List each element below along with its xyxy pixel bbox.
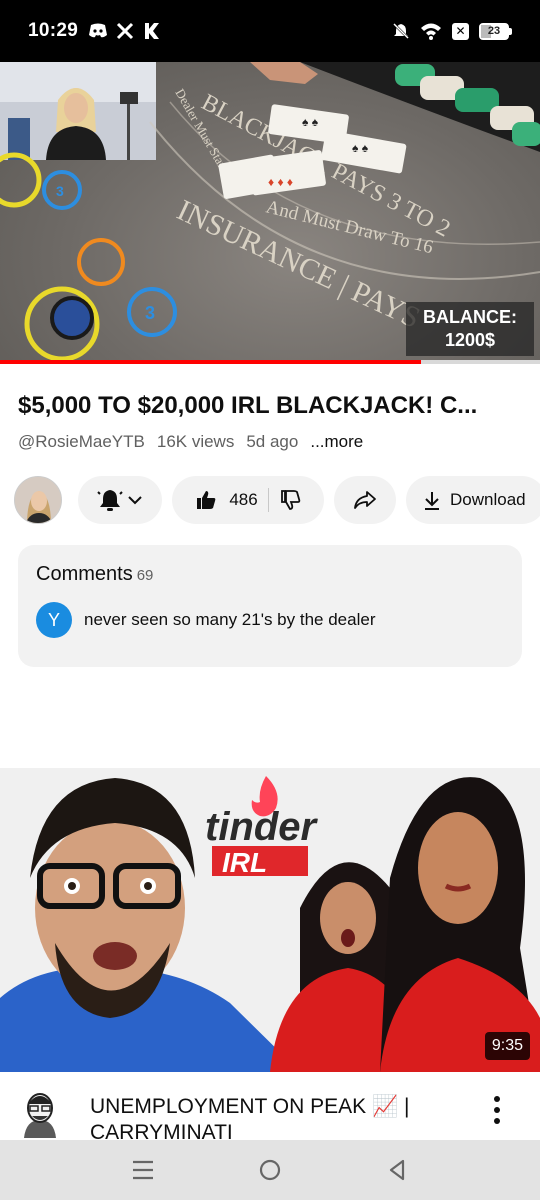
comments-panel[interactable]: Comments 69 Y never seen so many 21's by … (18, 545, 522, 667)
recents-nav-button[interactable] (123, 1150, 163, 1190)
channel-handle[interactable]: @RosieMaeYTB (18, 432, 145, 452)
svg-text:3: 3 (145, 303, 155, 323)
next-video-thumbnail[interactable]: tinder IRL 9:35 (0, 768, 540, 1072)
video-meta[interactable]: @RosieMaeYTB 16K views 5d ago ...more (18, 432, 363, 452)
menu-lines-icon (133, 1160, 154, 1180)
home-nav-button[interactable] (250, 1150, 290, 1190)
next-channel-avatar[interactable] (20, 1090, 60, 1138)
thumb-text-tinder: tinder (205, 805, 319, 849)
status-right-icons: ✕ 23 (392, 22, 512, 40)
download-button[interactable]: Download (406, 476, 540, 524)
wifi-icon (421, 23, 441, 40)
share-icon (354, 491, 376, 509)
next-video-info[interactable]: UNEMPLOYMENT ON PEAK 📈 | CARRYMINATI (0, 1088, 540, 1140)
video-duration: 9:35 (484, 1032, 530, 1060)
system-nav-bar (0, 1140, 540, 1200)
status-bar: 10:29 ✕ 23 (0, 0, 540, 62)
next-video-title[interactable]: UNEMPLOYMENT ON PEAK 📈 | CARRYMINATI (90, 1094, 470, 1140)
commenter-avatar: Y (36, 602, 72, 638)
balance-label: BALANCE: (423, 307, 517, 327)
like-count: 486 (229, 490, 258, 509)
thumb-text-irl: IRL (222, 847, 267, 878)
video-title[interactable]: $5,000 TO $20,000 IRL BLACKJACK! C... (18, 392, 528, 420)
svg-text:♦ ♦ ♦: ♦ ♦ ♦ (268, 175, 293, 189)
chevron-down-icon (128, 496, 142, 505)
mute-icon (393, 23, 409, 39)
webcam-overlay (0, 62, 156, 160)
share-button[interactable] (334, 476, 396, 524)
more-link[interactable]: ...more (310, 432, 363, 452)
svg-text:♠ ♠: ♠ ♠ (352, 141, 369, 155)
bell-icon (97, 490, 123, 511)
like-dislike-button[interactable]: 486 (172, 476, 324, 524)
status-time: 10:29 (28, 20, 79, 41)
more-options-icon[interactable] (484, 1094, 510, 1126)
download-icon (425, 492, 439, 510)
x-logo-icon (117, 22, 134, 40)
comment-preview[interactable]: Y never seen so many 21's by the dealer (36, 602, 504, 638)
video-progress-bar[interactable] (0, 360, 540, 364)
svg-text:♠ ♠: ♠ ♠ (302, 115, 319, 129)
comment-text: never seen so many 21's by the dealer (84, 610, 376, 629)
battery-icon: 23 (479, 22, 512, 40)
home-circle-icon (259, 1159, 281, 1181)
comments-header: Comments 69 (36, 563, 504, 586)
channel-avatar[interactable] (14, 476, 62, 524)
screen: 10:29 ✕ 23 INSURANCE | PAYS BLACKJACK PA… (0, 0, 540, 1200)
action-row: 486 Download (14, 475, 540, 525)
svg-text:3: 3 (56, 183, 64, 199)
progress-fill (0, 360, 422, 364)
like-divider (267, 488, 269, 512)
thumbnail-image: tinder IRL (0, 768, 540, 1072)
comments-count: 69 (136, 567, 154, 584)
thumbs-up-icon[interactable] (195, 489, 217, 511)
discord-icon (89, 23, 108, 38)
balance-overlay: BALANCE: 1200$ (406, 302, 534, 356)
balance-value: 1200$ (444, 330, 496, 350)
back-nav-button[interactable] (377, 1150, 417, 1190)
notification-bell-button[interactable] (78, 476, 162, 524)
status-left-icons (88, 22, 160, 40)
download-label: Download (450, 490, 526, 509)
view-count: 16K views (156, 432, 235, 451)
comments-title: Comments (36, 563, 133, 585)
k-logo-icon (145, 23, 160, 39)
x-badge-icon: ✕ (452, 22, 469, 40)
battery-level: 23 (487, 25, 501, 37)
video-player[interactable]: INSURANCE | PAYS BLACKJACK PAYS 3 TO 2 D… (0, 62, 540, 362)
thumbs-down-icon[interactable] (279, 489, 301, 511)
back-triangle-icon (389, 1159, 404, 1181)
upload-age: 5d ago (246, 432, 299, 451)
